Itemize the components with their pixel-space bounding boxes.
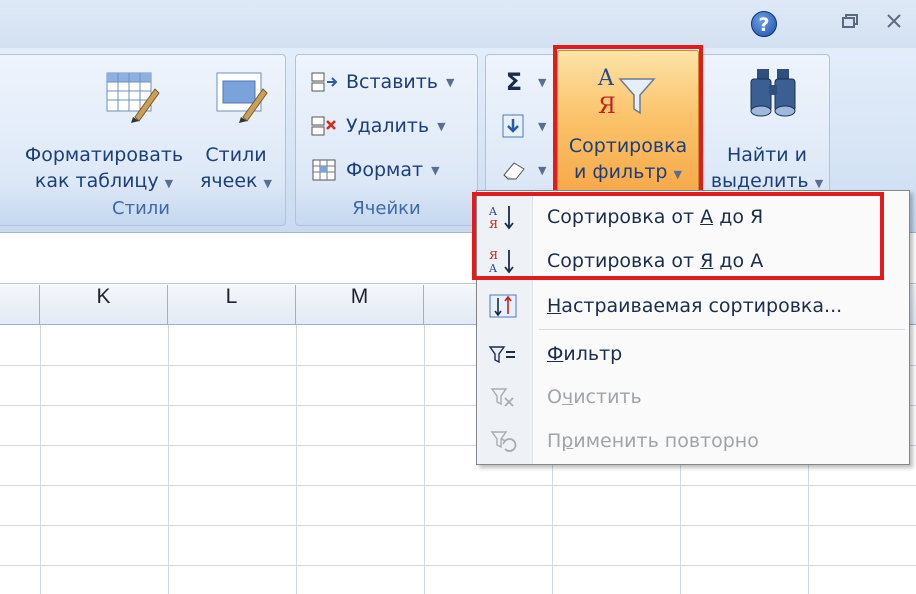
chevron-down-icon: ▼ <box>431 163 440 177</box>
custom-sort-label: Настраиваемая сортировка... <box>547 295 843 317</box>
filter-icon <box>488 346 515 364</box>
sort-z-to-a-label: Сортировка от Я до А <box>547 250 764 272</box>
cell-styles-button[interactable]: Стили ячеек ▼ <box>195 65 277 197</box>
sort-filter-icon: A Я <box>597 66 656 119</box>
cells-group: Вставить ▼ Удалить ▼ Формат ▼ Ячейки <box>295 54 478 226</box>
sort-z-to-a-icon: Я A <box>488 249 514 275</box>
menu-item-reapply[interactable]: Применить повторно <box>477 420 909 462</box>
column-header-partial[interactable] <box>0 285 40 325</box>
menu-separator <box>539 329 905 330</box>
delete-button[interactable]: Удалить ▼ <box>310 109 446 143</box>
close-window-icon[interactable] <box>882 12 906 36</box>
svg-text:A: A <box>597 66 615 91</box>
cell-styles-label-1: Стили <box>205 144 267 166</box>
clear-filter-icon <box>490 388 514 407</box>
cell-styles-icon <box>216 72 268 123</box>
sort-filter-menu: A Я Сортировка от А до Я Я A Сортировка … <box>476 190 910 465</box>
sort-filter-label-2: и фильтр <box>574 161 668 183</box>
find-select-label-1: Найти и <box>726 144 808 166</box>
menu-item-sort-a-to-z[interactable]: A Я Сортировка от А до Я <box>477 196 909 238</box>
format-table-label-2: как таблицу <box>34 170 159 192</box>
format-table-label-1: Форматировать <box>24 144 184 166</box>
clear-button[interactable]: ▼ <box>500 153 546 187</box>
format-cells-icon <box>312 159 336 181</box>
eraser-icon <box>503 162 525 180</box>
styles-group-label: Стили <box>112 198 170 219</box>
find-select-button[interactable]: Найти и выделить ▼ <box>708 65 826 197</box>
restore-window-icon[interactable] <box>838 12 862 36</box>
cell-styles-label-2: ячеек <box>199 170 258 192</box>
format-as-table-button[interactable]: Форматировать как таблицу ▼ <box>15 65 193 197</box>
svg-text:Я: Я <box>489 249 498 262</box>
sort-a-to-z-icon: A Я <box>488 205 514 231</box>
chevron-down-icon: ▼ <box>538 163 547 177</box>
help-button[interactable]: ? <box>751 11 777 37</box>
svg-text:Я: Я <box>598 94 616 119</box>
title-bar: ? <box>0 0 916 48</box>
sort-filter-label-1: Сортировка <box>568 135 688 157</box>
cells-group-label: Ячейки <box>352 198 421 219</box>
table-format-icon <box>106 72 160 123</box>
menu-item-clear[interactable]: Очистить <box>477 376 909 418</box>
autosum-button[interactable]: Σ ▼ <box>500 65 547 99</box>
find-select-label-2: выделить <box>710 170 809 192</box>
chevron-down-icon: ▼ <box>814 177 824 190</box>
fill-button[interactable]: ▼ <box>500 109 546 143</box>
menu-item-custom-sort[interactable]: Настраиваемая сортировка... <box>477 285 909 327</box>
delete-label: Удалить <box>346 115 430 137</box>
reapply-filter-icon <box>490 431 517 452</box>
format-button[interactable]: Формат ▼ <box>310 153 440 187</box>
filter-label: Фильтр <box>547 343 623 365</box>
insert-label: Вставить <box>346 71 439 93</box>
chevron-down-icon: ▼ <box>538 119 547 133</box>
sigma-icon: Σ <box>505 68 523 96</box>
chevron-down-icon: ▼ <box>673 168 682 181</box>
chevron-down-icon: ▼ <box>437 119 446 133</box>
delete-cells-icon <box>311 116 336 136</box>
format-label: Формат <box>346 159 424 181</box>
column-header-k[interactable]: K <box>40 285 168 325</box>
fill-down-icon <box>502 114 524 138</box>
chevron-down-icon: ▼ <box>446 75 455 89</box>
chevron-down-icon: ▼ <box>538 75 547 89</box>
sort-filter-button[interactable]: A Я Сортировка и фильтр ▼ <box>557 50 699 193</box>
svg-text:A: A <box>488 262 498 275</box>
menu-item-sort-z-to-a[interactable]: Я A Сортировка от Я до А <box>477 240 909 282</box>
column-header-m[interactable]: M <box>296 285 424 325</box>
insert-button[interactable]: Вставить ▼ <box>310 65 454 99</box>
chevron-down-icon: ▼ <box>263 177 273 190</box>
custom-sort-icon <box>489 294 517 318</box>
styles-group: Форматировать как таблицу ▼ Стили ячеек … <box>0 54 286 226</box>
svg-text:A: A <box>488 205 498 218</box>
clear-label: Очистить <box>547 386 642 408</box>
reapply-label: Применить повторно <box>547 430 759 452</box>
insert-cells-icon <box>311 72 338 92</box>
binoculars-icon <box>750 69 796 117</box>
column-header-l[interactable]: L <box>168 285 296 325</box>
sort-a-to-z-label: Сортировка от А до Я <box>547 206 764 228</box>
svg-text:Я: Я <box>489 218 498 231</box>
chevron-down-icon: ▼ <box>164 177 174 190</box>
menu-item-filter[interactable]: Фильтр <box>477 333 909 375</box>
